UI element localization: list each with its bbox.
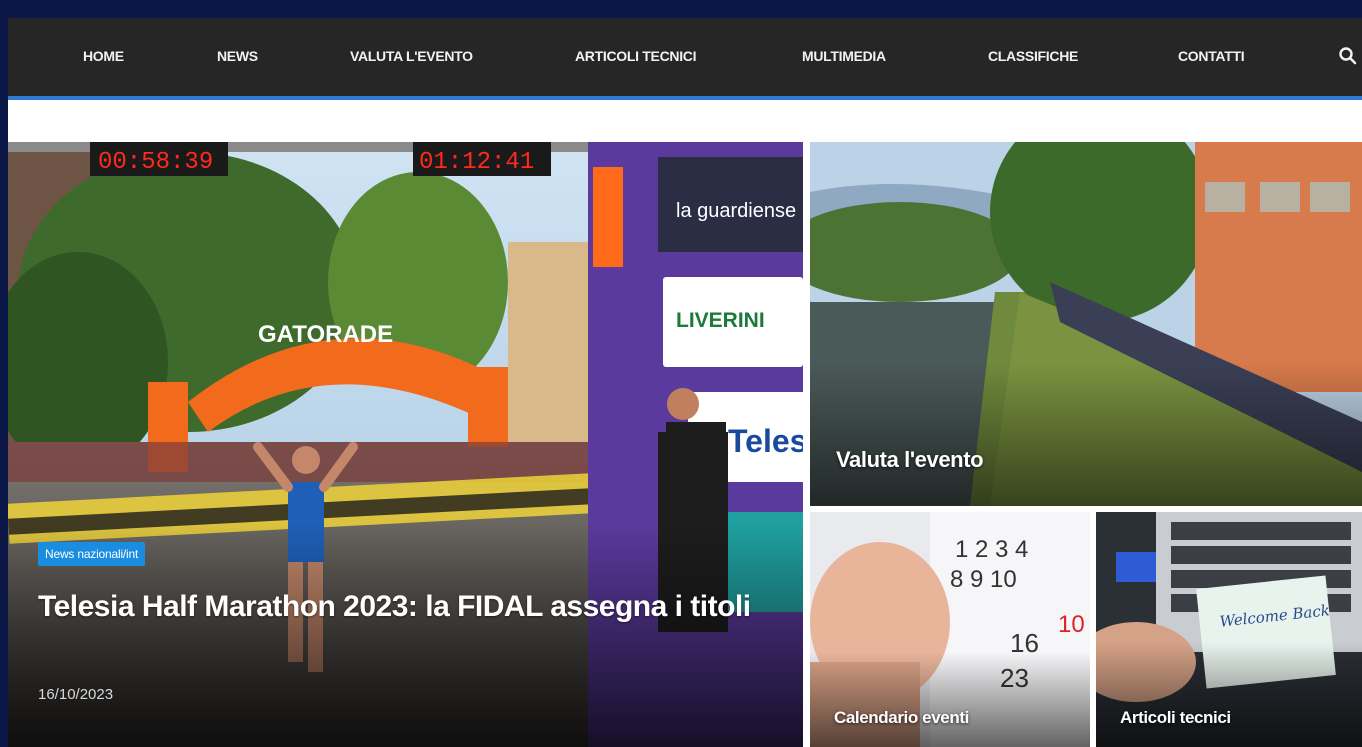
search-icon[interactable] xyxy=(1338,46,1358,66)
hero-article-title[interactable]: Telesia Half Marathon 2023: la FIDAL ass… xyxy=(38,588,768,626)
svg-text:8 9 10: 8 9 10 xyxy=(950,566,1017,593)
nav-contatti[interactable]: CONTATTI xyxy=(1178,48,1245,64)
nav-classifiche[interactable]: CLASSIFICHE xyxy=(988,48,1078,64)
calendario-eventi-card[interactable]: 1 2 3 4 8 9 10 16 23 10 Calendario event… xyxy=(810,512,1090,747)
valuta-evento-card[interactable]: Valuta l'evento xyxy=(810,142,1362,506)
window-frame-left xyxy=(0,0,8,747)
navbar-accent-line xyxy=(8,96,1362,100)
category-badge[interactable]: News nazionali/int xyxy=(38,542,146,566)
calendario-eventi-label[interactable]: Calendario eventi xyxy=(834,708,969,728)
svg-text:01:12:41: 01:12:41 xyxy=(419,149,534,176)
nav-valuta-evento[interactable]: VALUTA L'EVENTO xyxy=(350,48,473,64)
svg-text:LIVERINI: LIVERINI xyxy=(676,309,765,332)
svg-text:Teles: Teles xyxy=(728,423,803,459)
hero-photo: GATORADE 00:58:39 01:12:41 la guardiense… xyxy=(8,142,803,747)
svg-text:10: 10 xyxy=(1058,611,1085,638)
nav-articoli-tecnici[interactable]: ARTICOLI TECNICI xyxy=(575,48,697,64)
svg-text:la guardiense: la guardiense xyxy=(676,200,796,222)
window-frame-top xyxy=(0,0,1362,18)
hero-article-date: 16/10/2023 xyxy=(38,686,114,703)
main-navbar: HOME NEWS VALUTA L'EVENTO ARTICOLI TECNI… xyxy=(8,18,1362,96)
svg-text:1 2 3 4: 1 2 3 4 xyxy=(955,536,1028,563)
page: HOME NEWS VALUTA L'EVENTO ARTICOLI TECNI… xyxy=(8,18,1362,747)
nav-multimedia[interactable]: MULTIMEDIA xyxy=(802,48,886,64)
hero-article-card[interactable]: GATORADE 00:58:39 01:12:41 la guardiense… xyxy=(8,142,803,747)
svg-text:00:58:39: 00:58:39 xyxy=(98,149,213,176)
articoli-tecnici-label[interactable]: Articoli tecnici xyxy=(1120,708,1231,728)
nav-home[interactable]: HOME xyxy=(83,48,124,64)
articoli-tecnici-card[interactable]: Welcome Back Articoli tecnici xyxy=(1096,512,1362,747)
svg-text:GATORADE: GATORADE xyxy=(258,321,393,348)
valuta-evento-label[interactable]: Valuta l'evento xyxy=(836,447,984,473)
nav-news[interactable]: NEWS xyxy=(217,48,258,64)
